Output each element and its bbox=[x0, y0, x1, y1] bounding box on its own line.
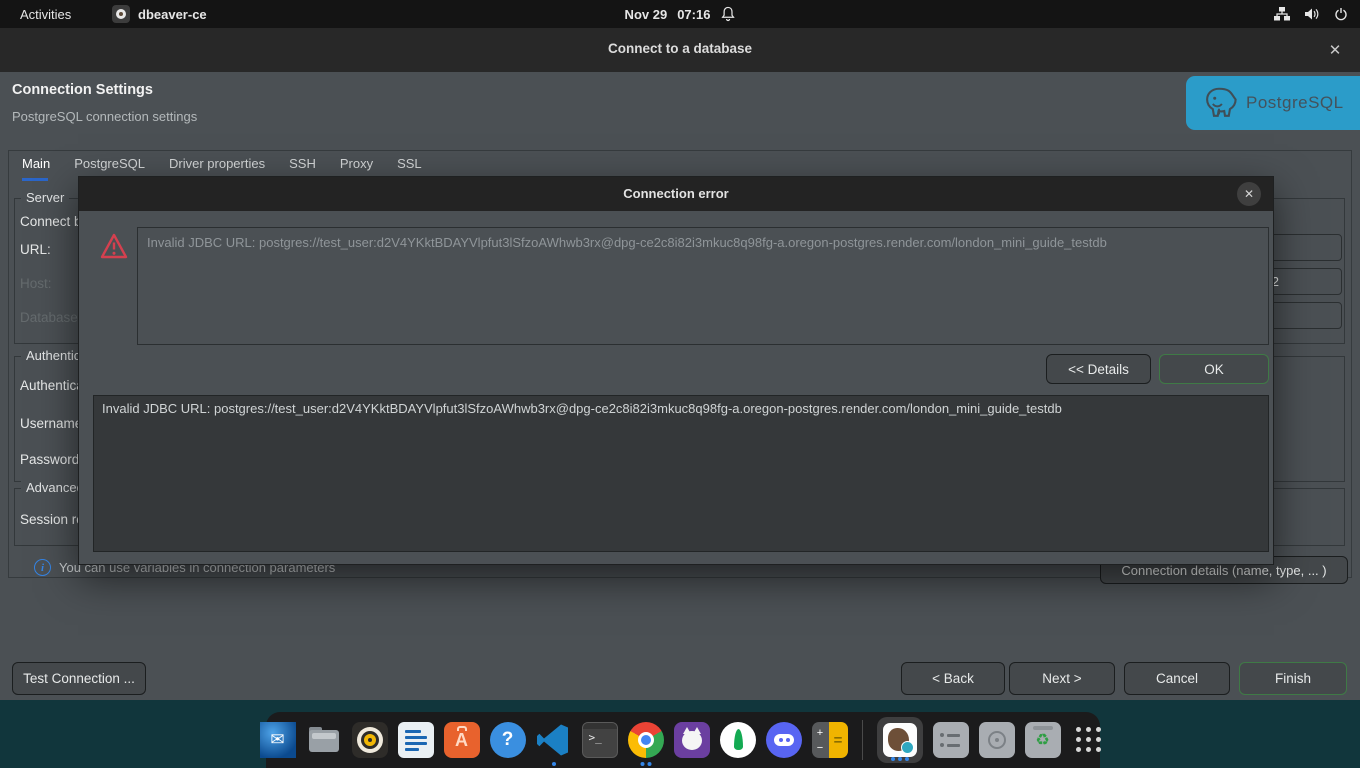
libreoffice-writer-icon[interactable] bbox=[398, 722, 434, 758]
focused-app-menu[interactable]: dbeaver-ce bbox=[112, 0, 207, 28]
calculator-icon[interactable]: +−= bbox=[812, 722, 848, 758]
error-message-box: Invalid JDBC URL: postgres://test_user:d… bbox=[137, 227, 1269, 345]
time-label: 07:16 bbox=[677, 7, 710, 22]
back-button[interactable]: < Back bbox=[901, 662, 1005, 695]
focused-app-name: dbeaver-ce bbox=[138, 7, 207, 22]
dock-separator bbox=[862, 720, 863, 760]
postgresql-logo-text: PostgreSQL bbox=[1246, 93, 1344, 113]
system-top-bar: Activities dbeaver-ce Nov 29 07:16 bbox=[0, 0, 1360, 28]
power-icon bbox=[1334, 7, 1348, 21]
thunderbird-icon[interactable]: ✉ bbox=[260, 722, 296, 758]
settings-panel-icon[interactable] bbox=[933, 722, 969, 758]
ubuntu-software-icon[interactable]: A bbox=[444, 722, 480, 758]
tab-postgresql[interactable]: PostgreSQL bbox=[64, 152, 159, 179]
mongodb-compass-icon[interactable] bbox=[720, 722, 756, 758]
notification-bell-icon bbox=[720, 6, 735, 22]
details-toggle-button[interactable]: << Details bbox=[1046, 354, 1151, 384]
password-label: Password: bbox=[20, 452, 83, 467]
trash-icon[interactable]: ♻ bbox=[1025, 722, 1061, 758]
window-titlebar[interactable]: Connect to a database ✕ bbox=[0, 28, 1360, 72]
rhythmbox-icon[interactable] bbox=[352, 722, 388, 758]
username-label: Username: bbox=[20, 416, 86, 431]
postgresql-elephant-icon bbox=[1200, 84, 1238, 122]
window-title: Connect to a database bbox=[0, 41, 1360, 56]
system-tray[interactable] bbox=[1274, 0, 1348, 28]
tab-main[interactable]: Main bbox=[12, 152, 64, 179]
dbeaver-app-icon bbox=[112, 5, 130, 23]
volume-icon bbox=[1304, 7, 1320, 21]
finish-button[interactable]: Finish bbox=[1239, 662, 1347, 695]
terminal-icon[interactable]: >_ bbox=[582, 722, 618, 758]
cancel-button[interactable]: Cancel bbox=[1124, 662, 1230, 695]
dbeaver-icon-active[interactable] bbox=[877, 717, 923, 763]
activities-button[interactable]: Activities bbox=[14, 0, 77, 28]
error-dialog-title: Connection error bbox=[79, 186, 1273, 201]
page-subtitle: PostgreSQL connection settings bbox=[12, 109, 197, 124]
github-desktop-icon[interactable] bbox=[674, 722, 710, 758]
window-close-icon[interactable]: ✕ bbox=[1324, 39, 1346, 61]
help-icon[interactable]: ? bbox=[490, 722, 526, 758]
test-connection-button[interactable]: Test Connection ... bbox=[12, 662, 146, 695]
discord-icon[interactable] bbox=[766, 722, 802, 758]
app-grid-icon[interactable] bbox=[1071, 722, 1107, 758]
next-button[interactable]: Next > bbox=[1009, 662, 1115, 695]
tab-ssl[interactable]: SSL bbox=[387, 152, 436, 179]
date-label: Nov 29 bbox=[625, 7, 668, 22]
info-icon: i bbox=[34, 559, 51, 576]
warning-icon bbox=[99, 232, 129, 260]
tab-ssh[interactable]: SSH bbox=[279, 152, 330, 179]
clock-button[interactable]: Nov 29 07:16 bbox=[625, 0, 736, 28]
server-group-legend: Server bbox=[21, 190, 69, 205]
page-title: Connection Settings bbox=[12, 82, 153, 98]
network-icon bbox=[1274, 7, 1290, 21]
error-details-textarea[interactable]: Invalid JDBC URL: postgres://test_user:d… bbox=[93, 395, 1269, 552]
dock: ✉ A ? >_ +−= ♻ bbox=[266, 712, 1100, 768]
tab-proxy[interactable]: Proxy bbox=[330, 152, 387, 179]
error-message-text: Invalid JDBC URL: postgres://test_user:d… bbox=[138, 228, 1268, 259]
chrome-icon[interactable] bbox=[628, 722, 664, 758]
connection-error-dialog: Connection error ✕ Invalid JDBC URL: pos… bbox=[78, 176, 1274, 565]
url-label: URL: bbox=[20, 242, 51, 257]
tab-driver-properties[interactable]: Driver properties bbox=[159, 152, 279, 179]
error-dialog-close-icon[interactable]: ✕ bbox=[1237, 182, 1261, 206]
dbeaver-icon bbox=[883, 723, 917, 757]
error-dialog-titlebar[interactable]: Connection error ✕ bbox=[79, 177, 1273, 211]
postgresql-logo-badge: PostgreSQL bbox=[1186, 76, 1360, 130]
vscode-icon[interactable] bbox=[536, 722, 572, 758]
ok-button[interactable]: OK bbox=[1159, 354, 1269, 384]
disks-icon[interactable] bbox=[979, 722, 1015, 758]
database-label: Database: bbox=[20, 310, 82, 325]
settings-tabs: Main PostgreSQL Driver properties SSH Pr… bbox=[12, 152, 436, 179]
desktop: Activities dbeaver-ce Nov 29 07:16 bbox=[0, 0, 1360, 768]
host-label: Host: bbox=[20, 276, 52, 291]
files-icon[interactable] bbox=[306, 722, 342, 758]
wizard-header: Connection Settings PostgreSQL connectio… bbox=[0, 72, 1360, 140]
